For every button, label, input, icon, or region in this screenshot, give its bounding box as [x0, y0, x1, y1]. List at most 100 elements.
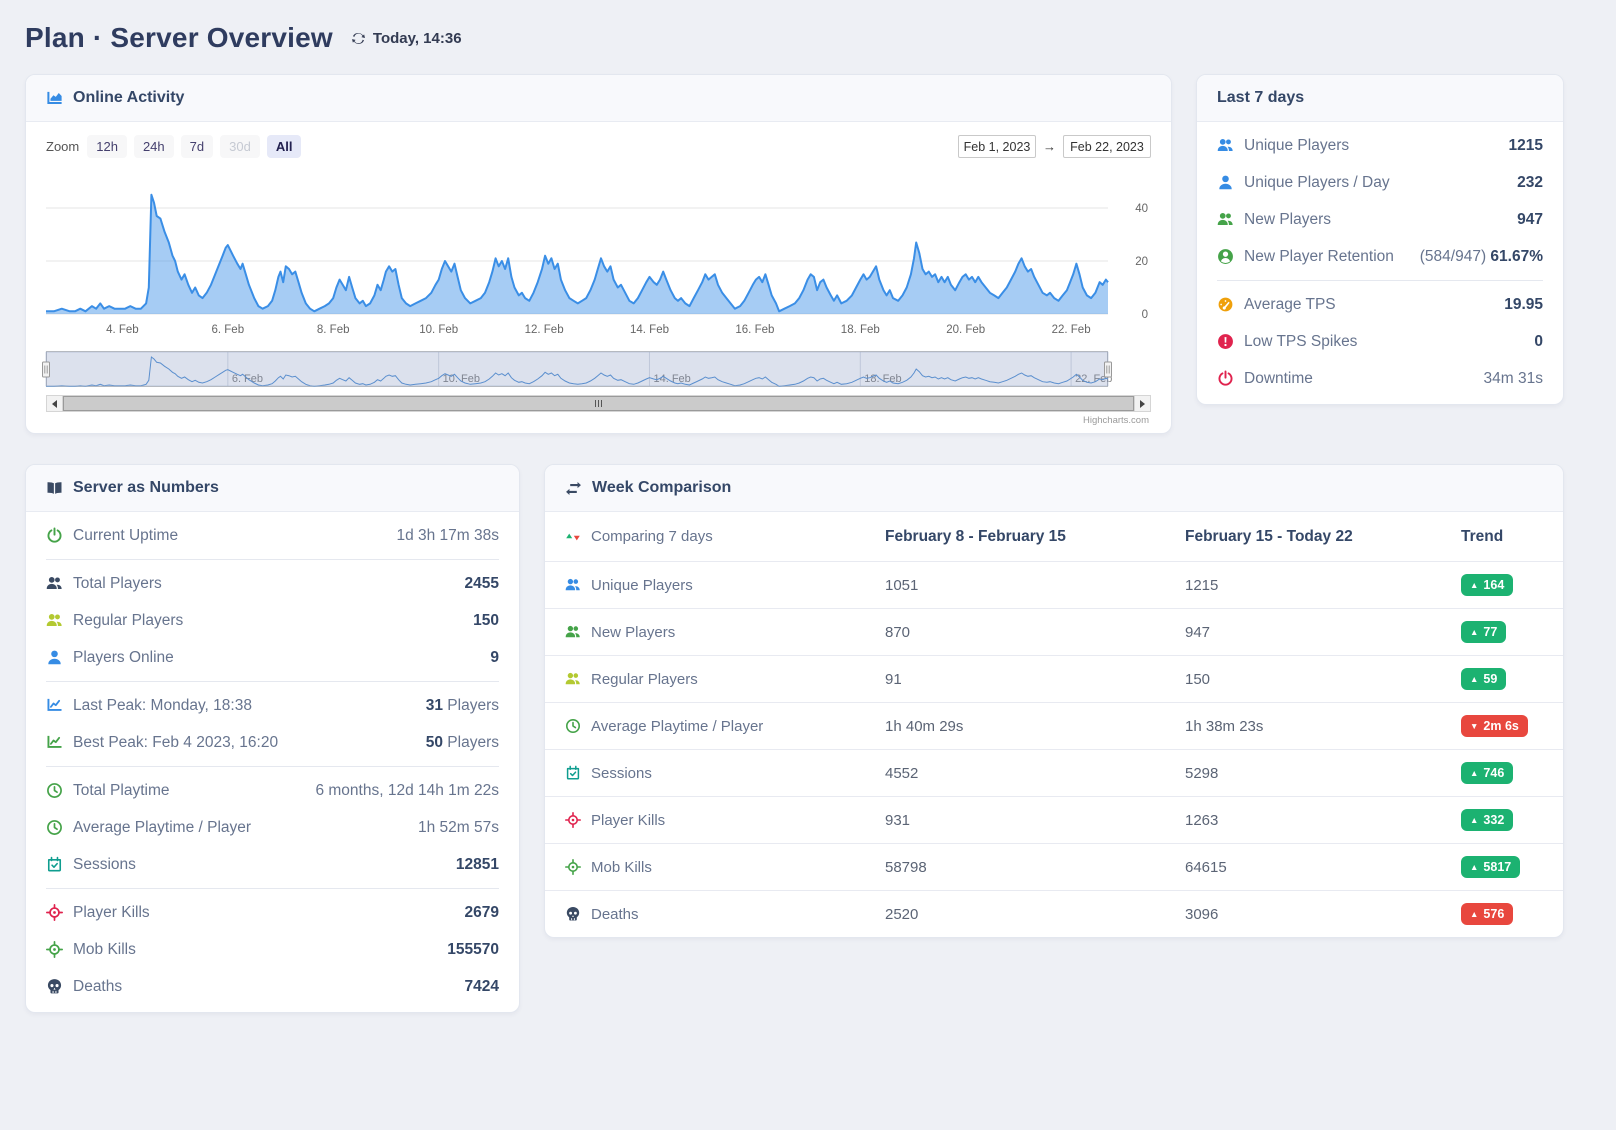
- highcharts-credit[interactable]: Highcharts.com: [46, 415, 1149, 426]
- trend-badge: ▲ 5817: [1461, 856, 1520, 878]
- x-axis-label: 18. Feb: [841, 324, 880, 336]
- x-axis-label: 20. Feb: [946, 324, 985, 336]
- stat-value: 1h 52m 57s: [418, 819, 499, 837]
- online-activity-body: Zoom 12h24h7d30dAll → 020404. Feb6. Feb8…: [26, 135, 1171, 426]
- stat-label: Regular Players: [73, 612, 183, 630]
- scrollbar-track[interactable]: [63, 395, 1134, 412]
- stat-row-players-online: Players Online9: [26, 639, 519, 676]
- scrollbar-thumb[interactable]: [63, 396, 1134, 411]
- trend-up-icon: ▲: [1470, 863, 1478, 872]
- trend-cell: ▲332: [1461, 809, 1563, 831]
- stat-label: Last Peak: Monday, 18:38: [73, 697, 252, 715]
- navigator-handle-right[interactable]: [1105, 362, 1112, 377]
- comparing-label: Comparing 7 days: [591, 528, 713, 545]
- week-comparison-header: Week Comparison: [545, 465, 1563, 512]
- plan-dashboard: Plan · Server Overview Today, 14:36 Onli…: [0, 0, 1616, 1013]
- trend-badge: ▼2m 6s: [1461, 715, 1528, 737]
- trend-value: 332: [1483, 813, 1504, 827]
- week-row-regular-players: Regular Players91150▲59: [545, 655, 1563, 702]
- stat-value: 1215: [1509, 137, 1543, 155]
- stat-label: Best Peak: Feb 4 2023, 16:20: [73, 734, 278, 752]
- user-icon: [46, 649, 63, 666]
- stat-value: 34m 31s: [1484, 370, 1543, 388]
- zoom-button-7d[interactable]: 7d: [181, 135, 213, 158]
- players-online-chart[interactable]: 020404. Feb6. Feb8. Feb10. Feb12. Feb14.…: [46, 164, 1151, 342]
- crosshairs-icon: [565, 859, 581, 875]
- stat-value-main: 12851: [456, 856, 499, 873]
- navigator-handle-left[interactable]: [43, 362, 50, 377]
- scrollbar-left-button[interactable]: [46, 395, 63, 412]
- trend-badge: ▲576: [1461, 903, 1513, 925]
- zoom-button-all[interactable]: All: [267, 135, 302, 158]
- stat-value-prefix: (584/947): [1420, 248, 1491, 265]
- row-label-cell: New Players: [565, 624, 885, 641]
- week2-value: 1215: [1185, 577, 1461, 594]
- range-selector: Zoom 12h24h7d30dAll →: [46, 135, 1151, 158]
- week-comparison-table: Comparing 7 days February 8 - February 15…: [545, 512, 1563, 937]
- chart-navigator[interactable]: 6. Feb10. Feb14. Feb18. Feb22. Feb: [46, 351, 1151, 393]
- stat-value-main: 232: [1517, 174, 1543, 191]
- user-circle-icon: [1217, 248, 1234, 265]
- refresh-control[interactable]: Today, 14:36: [351, 30, 462, 47]
- stat-value-main: 34m 31s: [1484, 370, 1543, 387]
- page-header: Plan · Server Overview Today, 14:36: [25, 22, 1564, 54]
- power-icon: [1217, 370, 1234, 387]
- users-icon: [565, 671, 581, 687]
- trend-value: 746: [1483, 766, 1504, 780]
- left-arrow-icon: [48, 400, 57, 408]
- users-icon: [1217, 211, 1234, 228]
- last7-list: Unique Players1215Unique Players / Day23…: [1197, 122, 1563, 404]
- calendar-check-icon: [565, 765, 581, 781]
- week1-value: 4552: [885, 765, 1185, 782]
- divider: [46, 888, 499, 889]
- row-label: Player Kills: [591, 812, 665, 829]
- range-to-input[interactable]: [1063, 135, 1151, 158]
- trend-cell: ▼2m 6s: [1461, 715, 1563, 737]
- stat-row-average-tps: Average TPS19.95: [1197, 286, 1563, 323]
- zoom-button-12h[interactable]: 12h: [87, 135, 127, 158]
- stat-label: Player Kills: [73, 904, 150, 922]
- last7-card: Last 7 days Unique Players1215Unique Pla…: [1196, 74, 1564, 405]
- stat-value-main: 9: [490, 649, 499, 666]
- stat-label: Total Playtime: [73, 782, 169, 800]
- chart-scrollbar: [46, 395, 1151, 412]
- trend-cell: ▲59: [1461, 668, 1563, 690]
- week-row-unique-players: Unique Players10511215▲164: [545, 561, 1563, 608]
- week2-column-header: February 15 - Today 22: [1185, 528, 1461, 546]
- stat-row-unique-players-day: Unique Players / Day232: [1197, 164, 1563, 201]
- trend-up-icon: ▲: [1470, 675, 1478, 684]
- trend-cell: ▲746: [1461, 762, 1563, 784]
- stat-value: 31 Players: [426, 697, 499, 715]
- power-icon: [46, 527, 63, 544]
- divider: [46, 559, 499, 560]
- users-icon: [565, 577, 581, 593]
- calendar-check-icon: [46, 856, 63, 873]
- stat-value: 7424: [465, 978, 499, 996]
- stat-label: New Player Retention: [1244, 248, 1394, 266]
- week1-value: 2520: [885, 906, 1185, 923]
- scrollbar-right-button[interactable]: [1134, 395, 1151, 412]
- zoom-button-24h[interactable]: 24h: [134, 135, 174, 158]
- trend-value: 5817: [1483, 860, 1511, 874]
- stat-value: (584/947) 61.67%: [1420, 248, 1543, 266]
- trend-cell: ▲164: [1461, 574, 1563, 596]
- x-axis-label: 22. Feb: [1052, 324, 1091, 336]
- card-title: Last 7 days: [1217, 89, 1304, 107]
- x-axis-label: 4. Feb: [106, 324, 139, 336]
- right-arrow-icon: [1140, 400, 1149, 408]
- row-label: Regular Players: [591, 671, 698, 688]
- server-numbers-header: Server as Numbers: [26, 465, 519, 512]
- clock-icon: [46, 819, 63, 836]
- range-arrow: →: [1043, 139, 1056, 154]
- range-from-input[interactable]: [958, 135, 1036, 158]
- week1-column-header: February 8 - February 15: [885, 528, 1185, 546]
- stat-row-unique-players: Unique Players1215: [1197, 127, 1563, 164]
- week2-value: 150: [1185, 671, 1461, 688]
- trend-value: 77: [1483, 625, 1497, 639]
- users-icon: [46, 612, 63, 629]
- week1-value: 1051: [885, 577, 1185, 594]
- trend-badge: ▲164: [1461, 574, 1513, 596]
- book-open-icon: [46, 480, 63, 497]
- trend-value: 164: [1483, 578, 1504, 592]
- skull-icon: [46, 978, 63, 995]
